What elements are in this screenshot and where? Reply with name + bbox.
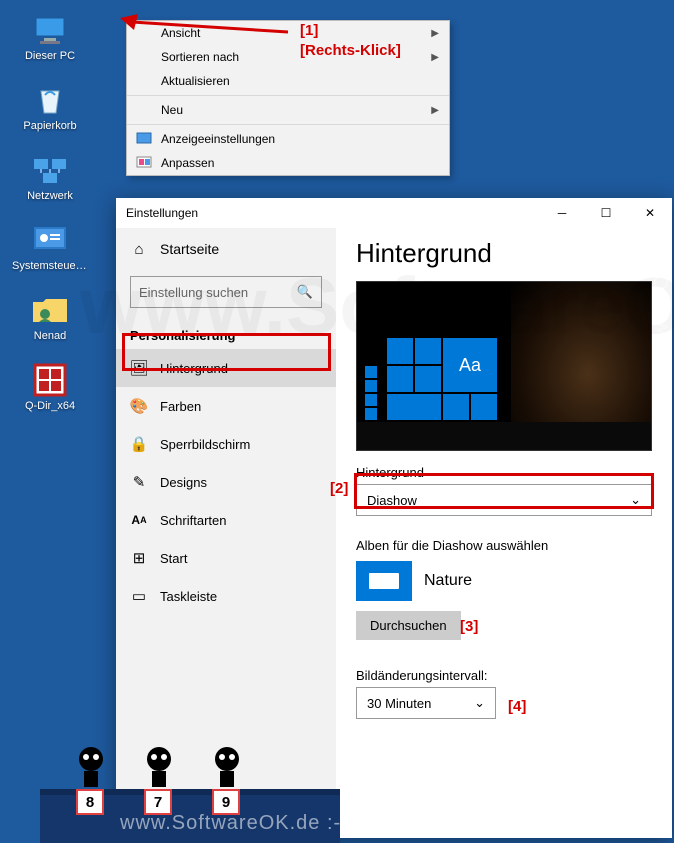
ctx-view[interactable]: Ansicht▶ bbox=[127, 21, 449, 45]
mascot-3: 9 bbox=[208, 747, 246, 797]
ctx-refresh[interactable]: Aktualisieren bbox=[127, 69, 449, 93]
search-icon: 🔍 bbox=[297, 284, 313, 300]
background-dropdown[interactable]: Diashow ⌄ bbox=[356, 484, 652, 516]
minimize-button[interactable]: ─ bbox=[540, 198, 584, 228]
window-title: Einstellungen bbox=[126, 206, 198, 220]
titlebar[interactable]: Einstellungen ─ ☐ ✕ bbox=[116, 198, 672, 228]
sidebar-item-colors[interactable]: 🎨 Farben bbox=[116, 387, 336, 425]
desktop-icon-thispc[interactable]: Dieser PC bbox=[12, 12, 88, 62]
interval-label: Bildänderungsintervall: bbox=[356, 668, 652, 683]
chevron-right-icon: ▶ bbox=[431, 105, 439, 116]
userfolder-icon bbox=[30, 292, 70, 328]
themes-icon: ✎ bbox=[130, 473, 148, 491]
album-label: Alben für die Diashow auswählen bbox=[356, 538, 652, 553]
fonts-icon: AA bbox=[130, 511, 148, 529]
interval-dropdown[interactable]: 30 Minuten ⌄ bbox=[356, 687, 496, 719]
sidebar-home[interactable]: ⌂ Startseite bbox=[116, 232, 336, 266]
recyclebin-icon bbox=[30, 82, 70, 118]
chevron-right-icon: ▶ bbox=[431, 52, 439, 63]
album-thumb bbox=[356, 561, 412, 601]
taskbar-icon: ▭ bbox=[130, 587, 148, 605]
settings-main: Hintergrund Aa Hintergrund Diashow ⌄ Alb… bbox=[336, 228, 672, 838]
separator bbox=[127, 124, 449, 125]
separator bbox=[127, 95, 449, 96]
personalize-icon bbox=[135, 155, 153, 171]
sidebar-item-background[interactable]: 🖼 Hintergrund bbox=[116, 349, 336, 387]
qdir-icon bbox=[30, 362, 70, 398]
sidebar-item-themes[interactable]: ✎ Designs bbox=[116, 463, 336, 501]
settings-window: Einstellungen ─ ☐ ✕ ⌂ Startseite Einstel… bbox=[116, 198, 672, 838]
ctx-sort[interactable]: Sortieren nach▶ bbox=[127, 45, 449, 69]
desktop-context-menu: Ansicht▶ Sortieren nach▶ Aktualisieren N… bbox=[126, 20, 450, 176]
display-icon bbox=[135, 131, 153, 147]
page-heading: Hintergrund bbox=[356, 238, 652, 269]
desktop-icon-user[interactable]: Nenad bbox=[12, 292, 88, 342]
ctx-new[interactable]: Neu▶ bbox=[127, 98, 449, 122]
sidebar-item-taskbar[interactable]: ▭ Taskleiste bbox=[116, 577, 336, 615]
sidebar-item-start[interactable]: ⊞ Start bbox=[116, 539, 336, 577]
home-icon: ⌂ bbox=[130, 240, 148, 258]
sidebar-category: Personalisierung bbox=[116, 318, 336, 349]
maximize-button[interactable]: ☐ bbox=[584, 198, 628, 228]
sidebar-item-lockscreen[interactable]: 🔒 Sperrbildschirm bbox=[116, 425, 336, 463]
controlpanel-icon bbox=[30, 222, 70, 258]
desktop-icon-qdir[interactable]: Q-Dir_x64 bbox=[12, 362, 88, 412]
mascot-2: 7 bbox=[140, 747, 178, 797]
lock-icon: 🔒 bbox=[130, 435, 148, 453]
chevron-down-icon: ⌄ bbox=[630, 492, 641, 508]
network-icon bbox=[30, 152, 70, 188]
mascot-1: 8 bbox=[72, 747, 110, 797]
picture-icon: 🖼 bbox=[130, 359, 148, 377]
desktop-icon-controlpanel[interactable]: Systemsteuerung bbox=[12, 222, 88, 272]
chevron-down-icon: ⌄ bbox=[474, 695, 485, 711]
background-label: Hintergrund bbox=[356, 465, 652, 480]
desktop-icon-network[interactable]: Netzwerk bbox=[12, 152, 88, 202]
desktop-icon-recyclebin[interactable]: Papierkorb bbox=[12, 82, 88, 132]
background-preview: Aa bbox=[356, 281, 652, 451]
close-button[interactable]: ✕ bbox=[628, 198, 672, 228]
sidebar-item-fonts[interactable]: AA Schriftarten bbox=[116, 501, 336, 539]
chevron-right-icon: ▶ bbox=[431, 28, 439, 39]
ctx-personalize[interactable]: Anpassen bbox=[127, 151, 449, 175]
ctx-display-settings[interactable]: Anzeigeeinstellungen bbox=[127, 127, 449, 151]
palette-icon: 🎨 bbox=[130, 397, 148, 415]
browse-button[interactable]: Durchsuchen bbox=[356, 611, 461, 640]
start-icon: ⊞ bbox=[130, 549, 148, 567]
computer-icon bbox=[30, 12, 70, 48]
album-item[interactable]: Nature bbox=[356, 561, 652, 601]
settings-search[interactable]: Einstellung suchen 🔍 bbox=[130, 276, 322, 308]
